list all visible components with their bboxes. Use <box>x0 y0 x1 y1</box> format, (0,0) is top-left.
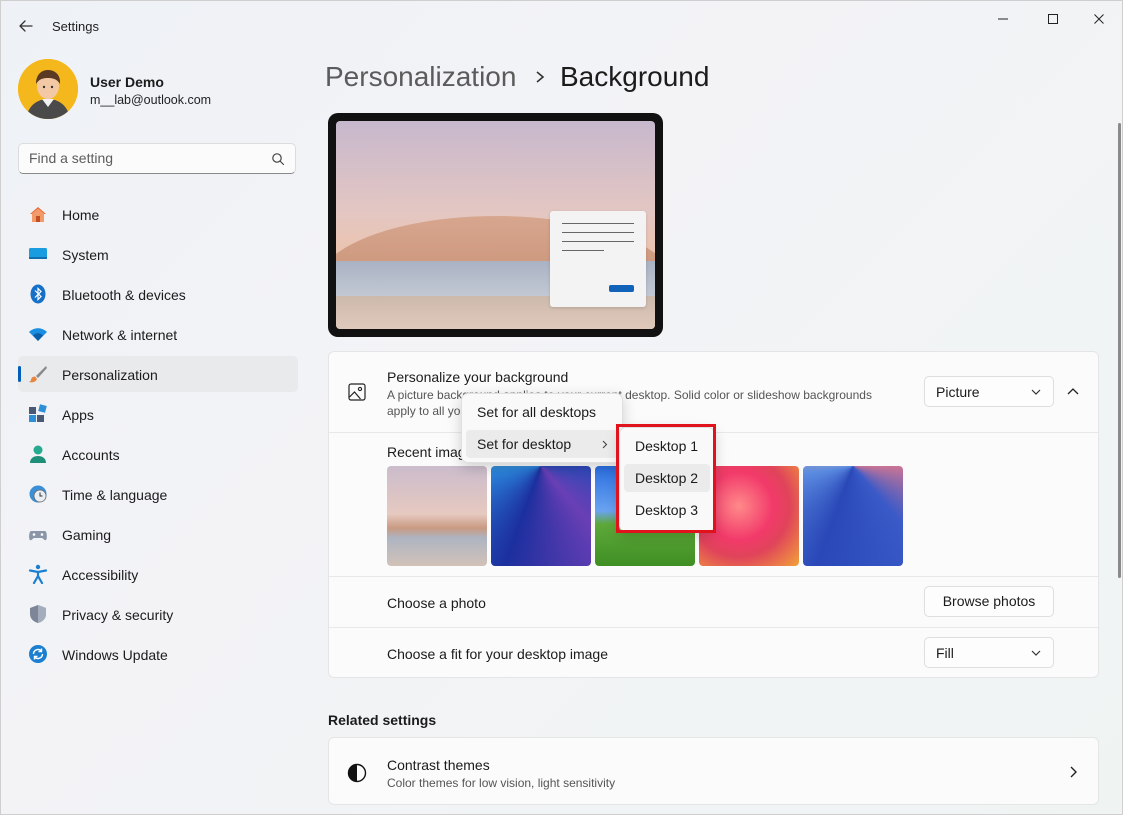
sidebar-item-label: Gaming <box>62 527 112 543</box>
menu-item-label: Set for all desktops <box>477 404 597 420</box>
contrast-themes-card[interactable]: Contrast themes Color themes for low vis… <box>328 737 1099 805</box>
maximize-icon <box>1048 14 1058 24</box>
contrast-icon <box>347 763 367 783</box>
chevron-down-icon <box>1031 389 1041 395</box>
user-avatar-icon <box>18 59 78 119</box>
user-name: User Demo <box>90 74 164 90</box>
chevron-down-icon <box>1031 650 1041 656</box>
dropdown-value: Picture <box>936 384 980 400</box>
background-type-dropdown[interactable]: Picture <box>924 376 1054 407</box>
search-box[interactable] <box>18 143 296 174</box>
context-menu: Set for all desktops Set for desktop <box>461 393 623 463</box>
accounts-icon <box>30 445 46 463</box>
apps-icon <box>29 404 47 422</box>
sidebar-item-label: Privacy & security <box>62 607 174 623</box>
update-icon <box>29 645 47 663</box>
home-icon <box>30 207 46 222</box>
dropdown-value: Fill <box>936 645 954 661</box>
wifi-icon <box>29 328 47 341</box>
sidebar-item-gaming[interactable]: Gaming <box>18 516 298 552</box>
app-title: Settings <box>52 19 99 34</box>
image-icon <box>348 383 366 401</box>
page-title: Background <box>560 61 710 92</box>
arrow-left-icon <box>19 20 33 32</box>
sidebar-item-apps[interactable]: Apps <box>18 396 298 432</box>
sidebar-item-label: Network & internet <box>62 327 178 343</box>
shield-icon <box>30 605 46 623</box>
desktop-preview <box>328 113 663 337</box>
close-button[interactable] <box>1079 9 1119 31</box>
personalize-title: Personalize your background <box>387 369 569 385</box>
browse-photos-button[interactable]: Browse photos <box>924 586 1054 617</box>
recent-image-1[interactable] <box>387 466 487 566</box>
menu-item-set-for-desktop[interactable]: Set for desktop <box>466 430 618 458</box>
personalize-desc-line1: A picture background applies to your cur… <box>387 388 872 402</box>
sidebar-nav: Home System Bluetooth & devices Network … <box>18 196 298 676</box>
recent-image-5[interactable] <box>803 466 903 566</box>
minimize-button[interactable] <box>983 9 1023 31</box>
menu-item-label: Set for desktop <box>477 436 572 452</box>
avatar[interactable] <box>18 59 78 119</box>
sidebar-item-accounts[interactable]: Accounts <box>18 436 298 472</box>
maximize-button[interactable] <box>1033 9 1073 31</box>
sidebar-item-label: Time & language <box>62 487 168 503</box>
gamepad-icon <box>29 531 47 541</box>
sidebar-item-label: Personalization <box>62 367 158 383</box>
sidebar-item-label: Bluetooth & devices <box>62 287 186 303</box>
breadcrumb-parent[interactable]: Personalization <box>325 61 516 93</box>
recent-image-2[interactable] <box>491 466 591 566</box>
related-settings-heading: Related settings <box>328 712 437 728</box>
search-input[interactable] <box>29 150 259 166</box>
choose-fit-label: Choose a fit for your desktop image <box>387 646 609 662</box>
minimize-icon <box>998 18 1008 20</box>
settings-window: Settings User Demo m__lab@outlook.com Fi… <box>0 0 1123 815</box>
preview-window-mockup <box>550 211 646 307</box>
contrast-themes-title: Contrast themes <box>387 757 490 773</box>
sidebar-item-label: Accounts <box>62 447 120 463</box>
menu-item-set-all-desktops[interactable]: Set for all desktops <box>466 398 618 426</box>
back-button[interactable] <box>15 15 37 37</box>
contrast-themes-desc: Color themes for low vision, light sensi… <box>387 776 616 790</box>
bluetooth-icon <box>30 284 46 304</box>
choose-photo-label: Choose a photo <box>387 595 486 611</box>
title-bar: Settings <box>1 1 1122 43</box>
user-email: m__lab@outlook.com <box>90 93 212 107</box>
close-icon <box>1094 14 1104 24</box>
preview-wallpaper <box>336 121 655 329</box>
sidebar-item-privacy[interactable]: Privacy & security <box>18 596 298 632</box>
sidebar-item-accessibility[interactable]: Accessibility <box>18 556 298 592</box>
chevron-right-icon <box>602 440 608 449</box>
sidebar-item-label: Home <box>62 207 100 223</box>
sidebar-item-time-language[interactable]: Time & language <box>18 476 298 512</box>
sidebar-item-label: Windows Update <box>62 647 168 663</box>
sidebar-item-bluetooth[interactable]: Bluetooth & devices <box>18 276 298 312</box>
highlight-annotation <box>616 424 716 533</box>
sidebar-item-personalization[interactable]: Personalization <box>18 356 298 392</box>
chevron-right-icon <box>536 71 545 83</box>
clock-globe-icon <box>29 485 47 503</box>
sidebar-item-label: System <box>62 247 109 263</box>
sidebar-item-label: Apps <box>62 407 94 423</box>
sidebar-item-label: Accessibility <box>62 567 139 583</box>
sidebar-item-windows-update[interactable]: Windows Update <box>18 636 298 672</box>
accessibility-icon <box>28 564 48 584</box>
brush-icon <box>29 366 47 383</box>
sidebar-item-system[interactable]: System <box>18 236 298 272</box>
chevron-right-icon <box>1070 766 1077 778</box>
sidebar-item-network[interactable]: Network & internet <box>18 316 298 352</box>
chevron-up-icon[interactable] <box>1065 384 1081 400</box>
search-icon[interactable] <box>271 152 285 166</box>
sidebar-item-home[interactable]: Home <box>18 196 298 232</box>
fit-dropdown[interactable]: Fill <box>924 637 1054 668</box>
system-icon <box>29 248 47 259</box>
scrollbar[interactable] <box>1118 123 1121 578</box>
